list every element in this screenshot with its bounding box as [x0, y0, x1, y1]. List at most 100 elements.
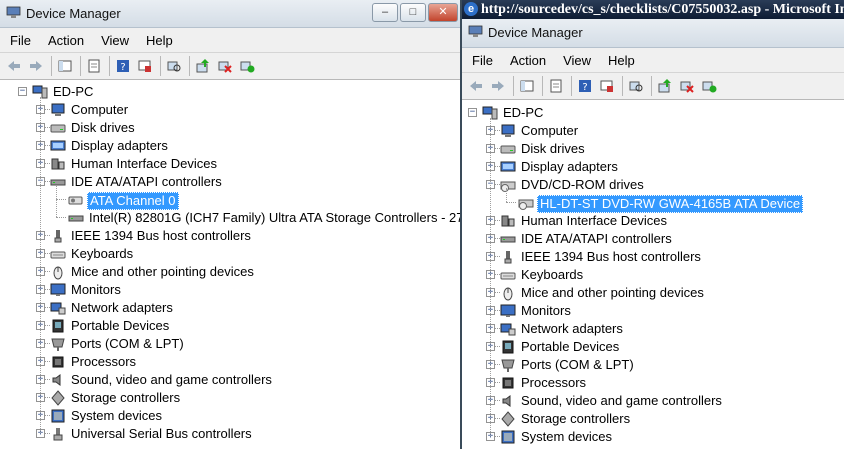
tree-item-label: Storage controllers	[71, 390, 181, 405]
tree-item-label: IEEE 1394 Bus host controllers	[521, 249, 701, 264]
tree-child-item[interactable]: HL-DT-ST DVD-RW GWA-4165B ATA Device	[462, 194, 844, 213]
tree-item[interactable]: + Processors	[462, 374, 844, 392]
show-hidden-icon[interactable]	[597, 76, 617, 96]
tree-item[interactable]: + Sound, video and game controllers	[0, 371, 462, 389]
back-icon[interactable]	[466, 76, 486, 96]
tree-item[interactable]: − IDE ATA/ATAPI controllers	[0, 173, 462, 191]
device-manager-window-left: Device Manager – □ ✕ File Action View Help …	[0, 0, 462, 449]
title-bar[interactable]: Device Manager	[462, 19, 844, 48]
tree-item[interactable]: + IEEE 1394 Bus host controllers	[462, 248, 844, 266]
tree-item[interactable]: + Keyboards	[0, 245, 462, 263]
tree-item[interactable]: + System devices	[462, 428, 844, 446]
tree-item[interactable]: + Ports (COM & LPT)	[462, 356, 844, 374]
tree-item-label: Human Interface Devices	[521, 213, 667, 228]
tree-item[interactable]: + Display adapters	[0, 137, 462, 155]
tree-child-item[interactable]: Intel(R) 82801G (ICH7 Family) Ultra ATA …	[0, 209, 462, 227]
show-hide-tree-icon[interactable]	[55, 56, 75, 76]
tree-item[interactable]: + Processors	[0, 353, 462, 371]
tree-item-label: Processors	[521, 375, 587, 390]
ide-controller-icon	[68, 210, 84, 226]
menu-help[interactable]: Help	[608, 53, 635, 68]
collapse-icon[interactable]: −	[18, 87, 27, 96]
close-button[interactable]: ✕	[428, 3, 458, 22]
uninstall-icon[interactable]	[677, 76, 697, 96]
tree-item-label: System devices	[71, 408, 163, 423]
keyboard-icon	[50, 246, 66, 262]
tree-item-label: Display adapters	[521, 159, 618, 174]
maximize-button[interactable]: □	[400, 3, 426, 22]
tree-item[interactable]: + Display adapters	[462, 158, 844, 176]
tree-child-item[interactable]: ATA Channel 0	[0, 191, 462, 210]
tree-item[interactable]: + Monitors	[462, 302, 844, 320]
ata-channel-icon	[68, 192, 84, 208]
portable-device-icon	[50, 318, 66, 334]
tree-item[interactable]: + IDE ATA/ATAPI controllers	[462, 230, 844, 248]
menu-view[interactable]: View	[563, 53, 591, 68]
tree-item-label: Computer	[521, 123, 579, 138]
tree-item[interactable]: + Portable Devices	[462, 338, 844, 356]
tree-item[interactable]: + Disk drives	[0, 119, 462, 137]
tree-item[interactable]: + Storage controllers	[0, 389, 462, 407]
tree-item[interactable]: + Sound, video and game controllers	[462, 392, 844, 410]
uninstall-icon[interactable]	[215, 56, 235, 76]
tree-item[interactable]: + Network adapters	[462, 320, 844, 338]
help-icon[interactable]: ?	[113, 56, 133, 76]
update-driver-icon[interactable]	[193, 56, 213, 76]
menu-file[interactable]: File	[472, 53, 493, 68]
tree-root[interactable]: − ED-PC	[0, 83, 462, 101]
properties-icon[interactable]	[84, 56, 104, 76]
tree-item[interactable]: + Computer	[0, 101, 462, 119]
tree-item[interactable]: + Portable Devices	[0, 317, 462, 335]
menu-action[interactable]: Action	[510, 53, 546, 68]
enable-device-icon[interactable]	[699, 76, 719, 96]
tree-item[interactable]: − DVD/CD-ROM drives	[462, 176, 844, 194]
tree-item[interactable]: + System devices	[0, 407, 462, 425]
port-icon	[50, 336, 66, 352]
tree-item[interactable]: + IEEE 1394 Bus host controllers	[0, 227, 462, 245]
scan-hardware-icon[interactable]	[164, 56, 184, 76]
keyboard-icon	[500, 267, 516, 283]
show-hide-tree-icon[interactable]	[517, 76, 537, 96]
scan-hardware-icon[interactable]	[626, 76, 646, 96]
tree-item-label: System devices	[521, 429, 613, 444]
tree-item[interactable]: + Human Interface Devices	[0, 155, 462, 173]
collapse-icon[interactable]: −	[468, 108, 477, 117]
tree-item[interactable]: + Ports (COM & LPT)	[0, 335, 462, 353]
tree-item[interactable]: + Disk drives	[462, 140, 844, 158]
tree-connector	[506, 188, 508, 202]
help-icon[interactable]: ?	[575, 76, 595, 96]
forward-icon[interactable]	[488, 76, 508, 96]
forward-icon[interactable]	[26, 56, 46, 76]
tree-item[interactable]: + Storage controllers	[462, 410, 844, 428]
tree-item[interactable]: + Keyboards	[462, 266, 844, 284]
tree-item[interactable]: + Mice and other pointing devices	[462, 284, 844, 302]
properties-icon[interactable]	[546, 76, 566, 96]
menu-help[interactable]: Help	[146, 33, 173, 48]
title-bar[interactable]: Device Manager – □ ✕	[0, 0, 462, 28]
tree-item-label: IEEE 1394 Bus host controllers	[71, 228, 251, 243]
tree-item-label: Disk drives	[521, 141, 585, 156]
update-driver-icon[interactable]	[655, 76, 675, 96]
menu-view[interactable]: View	[101, 33, 129, 48]
tree-item-label: Mice and other pointing devices	[71, 264, 254, 279]
back-icon[interactable]	[4, 56, 24, 76]
menu-action[interactable]: Action	[48, 33, 84, 48]
tree-item-label: Network adapters	[71, 300, 173, 315]
tree-item[interactable]: + Universal Serial Bus controllers	[0, 425, 462, 443]
tree-item-label: Portable Devices	[71, 318, 170, 333]
tree-item[interactable]: + Network adapters	[0, 299, 462, 317]
tree-item[interactable]: + Mice and other pointing devices	[0, 263, 462, 281]
menu-file[interactable]: File	[10, 33, 31, 48]
tree-root[interactable]: − ED-PC	[462, 104, 844, 122]
minimize-button[interactable]: –	[372, 3, 398, 22]
tree-item[interactable]: + Monitors	[0, 281, 462, 299]
tree-child-label: ATA Channel 0	[87, 192, 179, 210]
device-manager-icon	[6, 6, 21, 18]
window-title: Device Manager	[488, 25, 583, 40]
mouse-icon	[50, 264, 66, 280]
enable-device-icon[interactable]	[237, 56, 257, 76]
show-hidden-icon[interactable]	[135, 56, 155, 76]
tree-item[interactable]: + Computer	[462, 122, 844, 140]
tree-item[interactable]: + Human Interface Devices	[462, 212, 844, 230]
browser-title-bar[interactable]: e http://sourcedev/cs_s/checklists/C0755…	[462, 0, 844, 19]
